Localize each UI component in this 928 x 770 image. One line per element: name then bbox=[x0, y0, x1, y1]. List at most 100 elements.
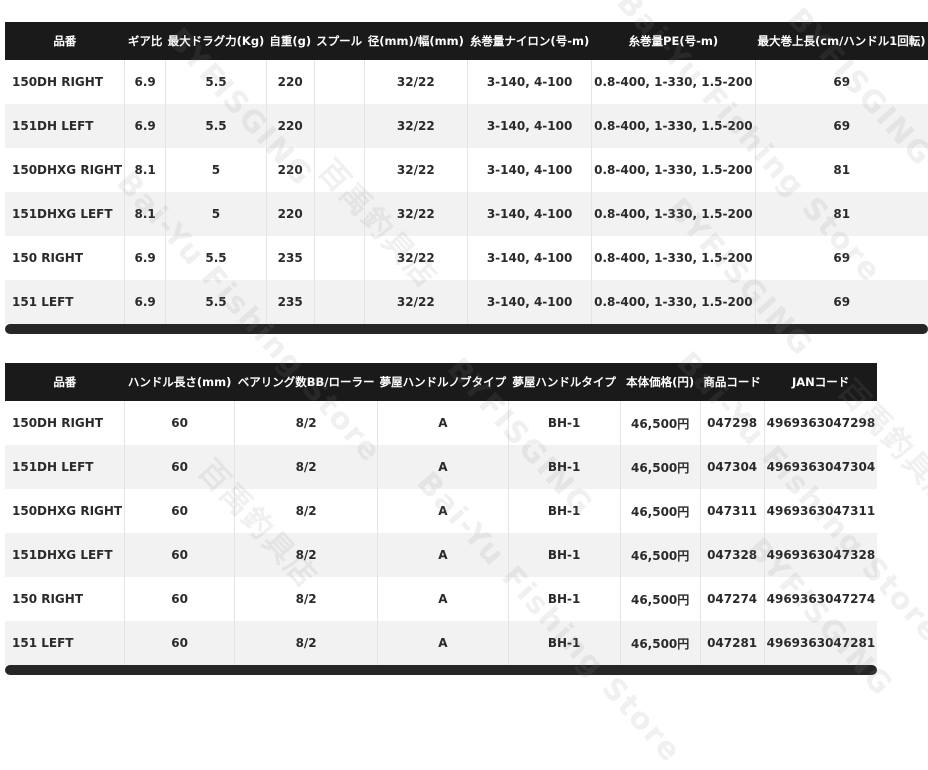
table-cell: 4969363047298 bbox=[766, 416, 876, 430]
table-cell: 3-140, 4-100 bbox=[467, 104, 593, 148]
table-cell: 32/22 bbox=[364, 280, 469, 324]
table-row: 150 RIGHT 60 8/2 A BH-1 46,500円 047274 49693630… bbox=[5, 577, 877, 621]
table-cell: 32/22 bbox=[364, 148, 469, 192]
table-cell: 047328 bbox=[700, 533, 765, 577]
column-header: JANコード bbox=[764, 363, 878, 401]
table-cell: 32/22 bbox=[364, 236, 469, 280]
table-cell: A bbox=[377, 489, 509, 533]
model-cell: 151DHXG LEFT bbox=[5, 192, 126, 236]
column-header: 自重(g) bbox=[266, 22, 315, 60]
table-cell: 81 bbox=[755, 192, 928, 236]
table-cell: 0.8-400, 1-330, 1.5-200 bbox=[591, 280, 756, 324]
table-1-horizontal-scrollbar[interactable] bbox=[5, 324, 928, 334]
table-cell: BH-1 bbox=[508, 401, 621, 445]
column-header: 径(mm)/幅(mm) bbox=[364, 22, 468, 60]
column-header: 糸巻量PE(号-m) bbox=[591, 22, 756, 60]
model-cell: 151 LEFT bbox=[5, 280, 126, 324]
table-cell: 0.8-400, 1-330, 1.5-200 bbox=[591, 148, 756, 192]
table-cell: 6.9 bbox=[124, 60, 167, 104]
spec-table-2: 品番 ハンドル長さ(mm) ベアリング数BB/ローラー 夢屋ハンドルノブタイプ 夢屋ハン… bbox=[5, 363, 878, 665]
column-header: スプール bbox=[314, 22, 365, 60]
table-cell: 8/2 bbox=[234, 489, 379, 533]
table-cell: A bbox=[377, 445, 509, 489]
column-header: 品番 bbox=[5, 363, 125, 401]
table-cell: 32/22 bbox=[364, 104, 469, 148]
column-header: 商品コード bbox=[700, 363, 765, 401]
table-cell: 0.8-400, 1-330, 1.5-200 bbox=[591, 236, 756, 280]
spec-table-1-container: 品番 ギア比 最大ドラグ力(Kg) 自重(g) スプール 径(mm)/幅(mm) 糸巻量ナイ… bbox=[5, 22, 928, 334]
table-row: 150DHXG RIGHT 60 8/2 A BH-1 46,500円 047311 4969… bbox=[5, 489, 877, 533]
model-cell: 150DH RIGHT bbox=[5, 60, 126, 104]
model-cell: 151DH LEFT bbox=[5, 104, 126, 148]
column-header: 夢屋ハンドルタイプ bbox=[508, 363, 621, 401]
spec-table-1: 品番 ギア比 最大ドラグ力(Kg) 自重(g) スプール 径(mm)/幅(mm) 糸巻量ナイ… bbox=[5, 22, 928, 324]
table-cell: 220 bbox=[266, 192, 315, 236]
table-cell bbox=[314, 60, 365, 104]
table-cell: 235 bbox=[266, 236, 315, 280]
column-header: ハンドル長さ(mm) bbox=[124, 363, 235, 401]
column-header: 最大ドラグ力(Kg) bbox=[165, 22, 267, 60]
table-cell: 60 bbox=[124, 533, 236, 577]
table-cell: 46,500円 bbox=[620, 577, 701, 621]
table-cell: 6.9 bbox=[124, 280, 167, 324]
model-cell: 150DH RIGHT bbox=[5, 401, 126, 445]
spec-table-2-container: 品番 ハンドル長さ(mm) ベアリング数BB/ローラー 夢屋ハンドルノブタイプ 夢屋ハン… bbox=[5, 363, 878, 675]
table-cell: 3-140, 4-100 bbox=[467, 192, 593, 236]
table-cell bbox=[314, 280, 365, 324]
table-row: 151DH LEFT 60 8/2 A BH-1 46,500円 047304 4969363… bbox=[5, 445, 878, 489]
table-cell: A bbox=[377, 533, 509, 577]
table-cell: 047311 bbox=[700, 489, 765, 533]
table-cell: 220 bbox=[266, 148, 315, 192]
table-cell: 0.8-400, 1-330, 1.5-200 bbox=[591, 104, 756, 148]
table-cell: 6.9 bbox=[124, 236, 167, 280]
table-row: 151 LEFT 60 8/2 A BH-1 46,500円 047281 496936304… bbox=[5, 621, 878, 665]
column-header: 本体価格(円) bbox=[620, 363, 701, 401]
table-cell: 60 bbox=[124, 577, 236, 621]
table-row: 150 RIGHT 6.9 5.5 235 32/22 3-140, 4-100 0.8-4… bbox=[5, 236, 928, 280]
table-cell: BH-1 bbox=[508, 577, 621, 621]
table-cell: 69 bbox=[833, 251, 851, 265]
column-header: 最大巻上長(cm/ハンドル1回転) bbox=[755, 22, 928, 60]
model-cell: 150DHXG RIGHT bbox=[5, 148, 126, 192]
table-cell: 69 bbox=[755, 104, 928, 148]
table-cell: 047298 bbox=[700, 401, 765, 445]
table-cell: 4969363047311 bbox=[766, 504, 876, 518]
table-cell: 3-140, 4-100 bbox=[467, 60, 593, 104]
table-cell: 5 bbox=[165, 148, 267, 192]
column-header: 夢屋ハンドルノブタイプ bbox=[377, 363, 509, 401]
table-cell: 60 bbox=[124, 445, 236, 489]
table-cell: 3-140, 4-100 bbox=[467, 280, 593, 324]
table-cell: BH-1 bbox=[508, 445, 621, 489]
model-cell: 151 LEFT bbox=[5, 621, 126, 665]
table-cell: 32/22 bbox=[364, 60, 469, 104]
table-cell: 8/2 bbox=[234, 533, 379, 577]
table-cell: 4969363047274 bbox=[766, 592, 876, 606]
table-cell: 46,500円 bbox=[620, 445, 701, 489]
table-cell: 5.5 bbox=[165, 60, 267, 104]
table-row: 150DH RIGHT 60 8/2 A BH-1 46,500円 047298 496936… bbox=[5, 401, 877, 445]
table-cell: BH-1 bbox=[508, 533, 621, 577]
table-row: 151DH LEFT 6.9 5.5 220 32/22 3-140, 4-100 0.8-… bbox=[5, 104, 928, 148]
table-cell: 220 bbox=[266, 60, 315, 104]
table-cell: 3-140, 4-100 bbox=[467, 236, 593, 280]
table-row: 151DHXG LEFT 60 8/2 A BH-1 46,500円 047328 49693… bbox=[5, 533, 878, 577]
table-2-horizontal-scrollbar[interactable] bbox=[5, 665, 878, 675]
table-cell: 5 bbox=[165, 192, 267, 236]
table-cell: 047304 bbox=[700, 445, 765, 489]
table-cell: 4969363047304 bbox=[764, 445, 878, 489]
table-row: 150DHXG RIGHT 8.1 5 220 32/22 3-140, 4-100 0.8… bbox=[5, 148, 928, 192]
table-cell: 60 bbox=[124, 401, 236, 445]
table-cell: A bbox=[377, 577, 509, 621]
table-cell: A bbox=[377, 401, 509, 445]
table-cell: 32/22 bbox=[364, 192, 469, 236]
table-cell: 69 bbox=[755, 280, 928, 324]
table-row: 151 LEFT 6.9 5.5 235 32/22 3-140, 4-100 0.8-40… bbox=[5, 280, 928, 324]
model-cell: 150DHXG RIGHT bbox=[5, 489, 126, 533]
table-cell: 60 bbox=[124, 621, 236, 665]
model-cell: 150 RIGHT bbox=[5, 577, 126, 621]
model-cell: 151DHXG LEFT bbox=[5, 533, 126, 577]
table-cell: 5.5 bbox=[165, 280, 267, 324]
table-cell: 8/2 bbox=[234, 401, 379, 445]
table-cell bbox=[314, 104, 365, 148]
table-cell bbox=[314, 192, 365, 236]
